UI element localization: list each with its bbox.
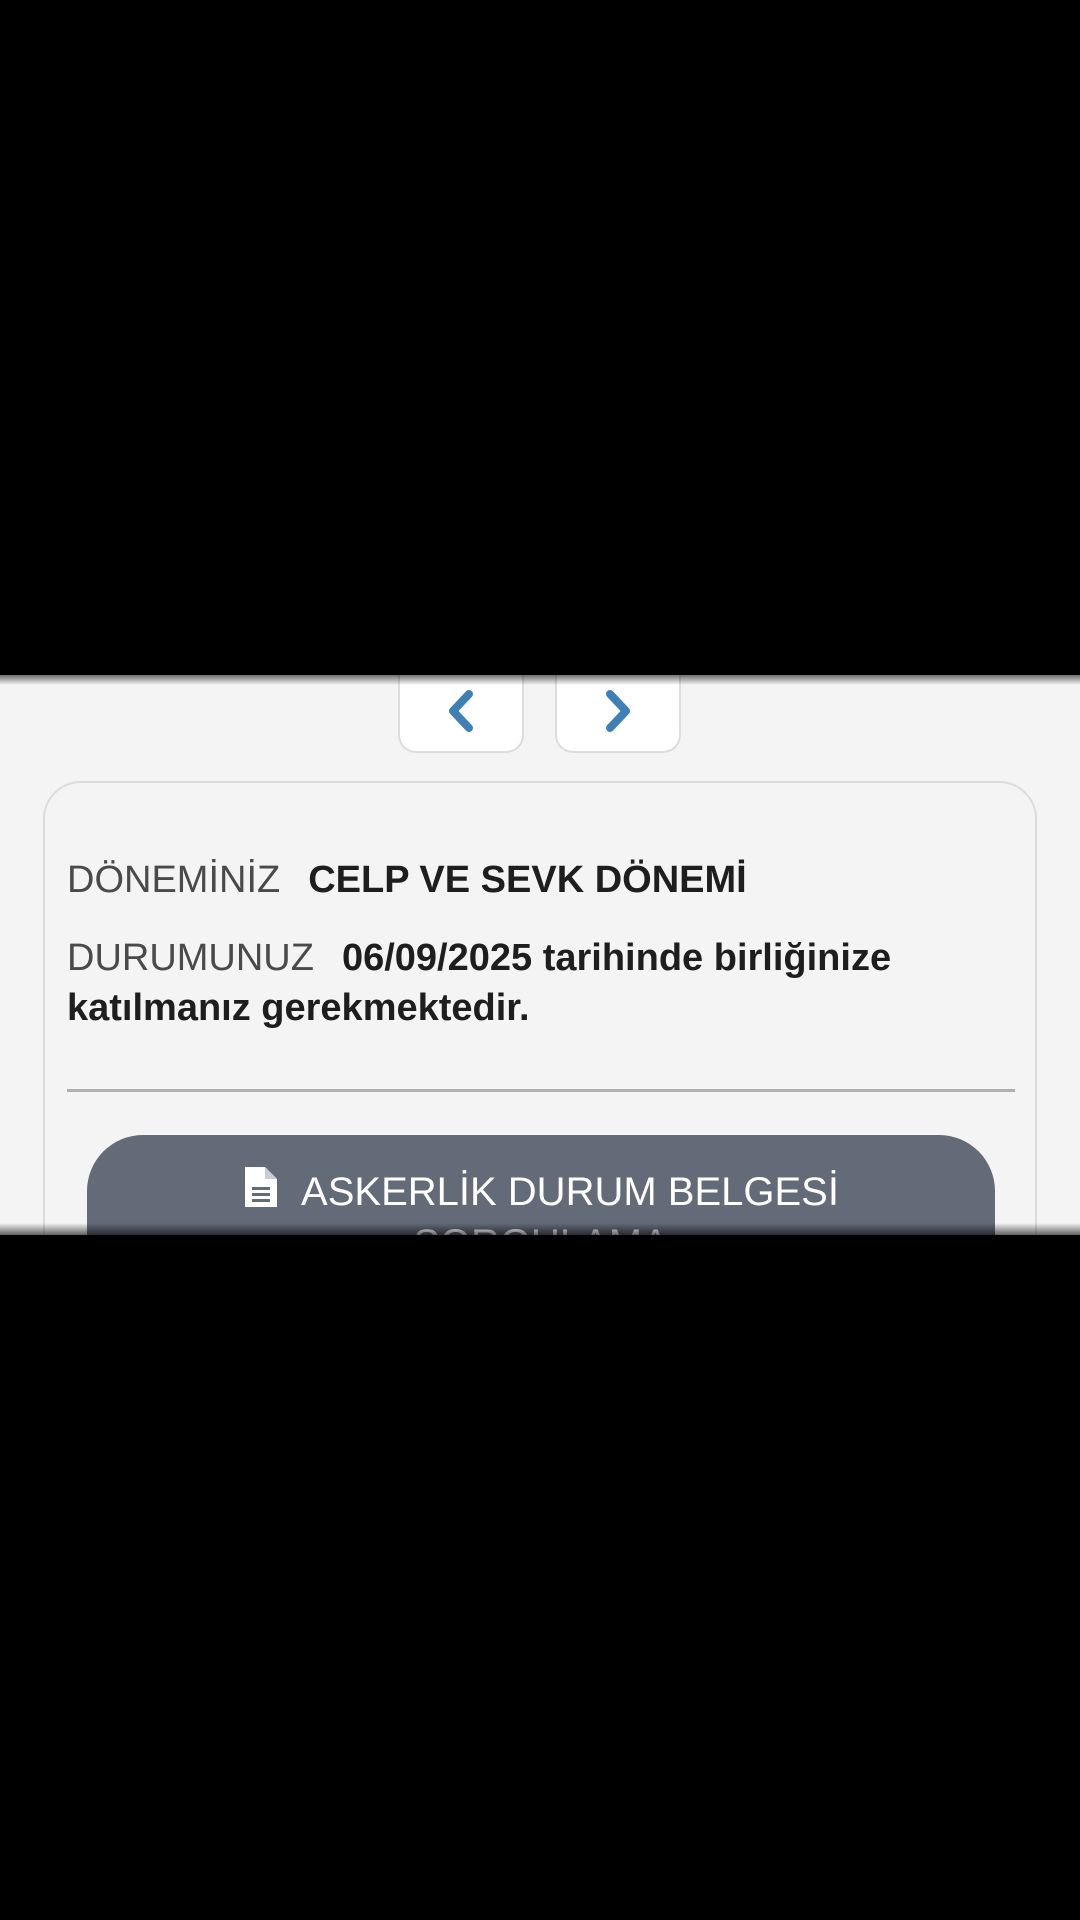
status-row: DURUMUNUZ 06/09/2025 tarihinde birliğiniz… xyxy=(67,933,1007,1033)
military-status-card: DÖNEMİNİZ CELP VE SEVK DÖNEMİ DURUMUNUZ 06… xyxy=(43,781,1037,1235)
period-value: CELP VE SEVK DÖNEMİ xyxy=(308,859,747,901)
chevron-left-icon xyxy=(444,689,478,738)
pagination-nav xyxy=(0,675,1080,755)
divider xyxy=(67,1089,1015,1092)
chevron-right-icon xyxy=(601,689,635,738)
period-row: DÖNEMİNİZ CELP VE SEVK DÖNEMİ xyxy=(67,855,1007,905)
military-status-document-query-button[interactable]: ASKERLİK DURUM BELGESİ SORGULAMA xyxy=(87,1135,995,1235)
app-viewport: DÖNEMİNİZ CELP VE SEVK DÖNEMİ DURUMUNUZ 06… xyxy=(0,675,1080,1235)
period-label: DÖNEMİNİZ xyxy=(67,859,281,901)
next-button[interactable] xyxy=(555,675,681,753)
letterbox-top xyxy=(0,0,1080,675)
action-button-label: ASKERLİK DURUM BELGESİ SORGULAMA xyxy=(301,1170,839,1235)
status-label: DURUMUNUZ xyxy=(67,937,314,979)
document-icon xyxy=(243,1165,279,1220)
previous-button[interactable] xyxy=(398,675,524,753)
letterbox-bottom xyxy=(0,1235,1080,1920)
